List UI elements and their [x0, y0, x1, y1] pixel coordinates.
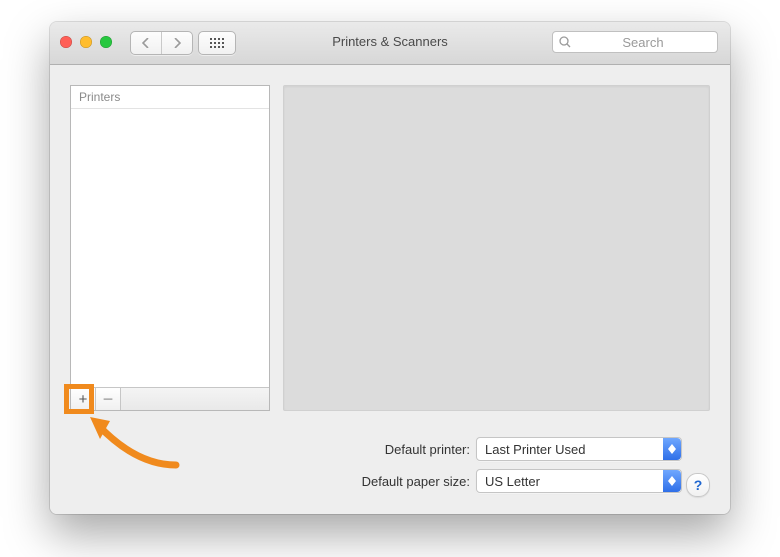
- nav-segmented-control: [130, 31, 193, 55]
- window-body: Printers + − Default printer: Last Print…: [50, 65, 730, 514]
- search-input[interactable]: [575, 34, 711, 51]
- printers-list[interactable]: [71, 109, 269, 387]
- popup-stepper-icon: [663, 470, 681, 492]
- titlebar: Printers & Scanners: [50, 22, 730, 65]
- zoom-window-button[interactable]: [100, 36, 112, 48]
- help-button[interactable]: ?: [686, 473, 710, 497]
- chevron-right-icon: [173, 38, 181, 48]
- search-icon: [559, 36, 571, 48]
- default-printer-popup[interactable]: Last Printer Used: [476, 437, 682, 461]
- default-printer-value: Last Printer Used: [485, 442, 585, 457]
- close-window-button[interactable]: [60, 36, 72, 48]
- forward-button[interactable]: [161, 32, 192, 54]
- printer-detail-area: [283, 85, 710, 411]
- printers-list-footer: + −: [71, 387, 269, 410]
- default-paper-size-row: Default paper size: US Letter: [330, 469, 682, 493]
- default-paper-size-label: Default paper size:: [330, 474, 470, 489]
- preferences-window: Printers & Scanners Printers + − Default…: [50, 22, 730, 514]
- window-controls: [60, 36, 112, 48]
- printers-list-panel: Printers + −: [70, 85, 270, 411]
- grid-icon: [210, 38, 224, 48]
- annotation-arrow-icon: [86, 415, 186, 475]
- search-field[interactable]: [552, 31, 718, 53]
- add-printer-button[interactable]: +: [71, 388, 96, 410]
- default-paper-size-value: US Letter: [485, 474, 540, 489]
- chevron-left-icon: [142, 38, 150, 48]
- printers-list-header: Printers: [71, 86, 269, 109]
- remove-printer-button[interactable]: −: [96, 388, 121, 410]
- default-paper-size-popup[interactable]: US Letter: [476, 469, 682, 493]
- minimize-window-button[interactable]: [80, 36, 92, 48]
- show-all-button[interactable]: [198, 31, 236, 55]
- default-printer-row: Default printer: Last Printer Used: [330, 437, 682, 461]
- default-printer-label: Default printer:: [330, 442, 470, 457]
- back-button[interactable]: [131, 32, 161, 54]
- popup-stepper-icon: [663, 438, 681, 460]
